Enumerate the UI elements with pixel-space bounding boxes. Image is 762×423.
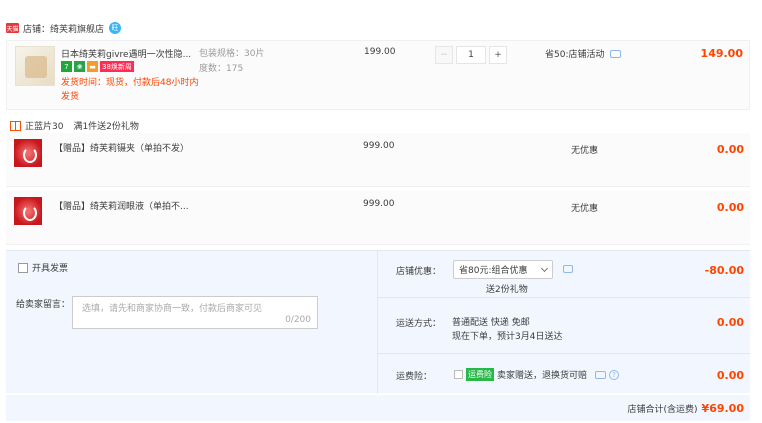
- gift-icon: [10, 120, 21, 131]
- coupon-value: 省80元:组合优惠: [459, 266, 528, 276]
- invoice-checkbox[interactable]: [18, 262, 28, 273]
- coupon-select[interactable]: 省80元:组合优惠: [453, 260, 553, 279]
- coupon-amount: -80.00: [704, 264, 744, 277]
- gift-item: 【赠品】绮芙莉镊夹（单拍不发） 999.00 无优惠 0.00: [6, 133, 750, 187]
- gift-title-link[interactable]: 【赠品】绮芙莉润眼液（单拍不...: [54, 199, 189, 212]
- promo-detail-icon[interactable]: [609, 49, 621, 58]
- shipping-eta: 现在下单，预计3月4日送达: [452, 332, 563, 342]
- tag-card-icon: ▬: [87, 61, 98, 72]
- tag-7day-icon: 7: [61, 61, 72, 72]
- gift-discount: 无优惠: [571, 146, 599, 156]
- shop-total-label: 店铺合计(含运费): [627, 404, 698, 415]
- insurance-text: 卖家赠送，退换货可赔: [497, 371, 588, 381]
- gift-header-promo: 满1件送2份礼物: [73, 122, 139, 132]
- coupon-info-icon[interactable]: [563, 265, 573, 273]
- product-tags: 7 ❀ ▬ 38焕新周: [61, 61, 134, 72]
- shipping-method: 普通配送 快递 免邮 现在下单，预计3月4日送达: [452, 316, 562, 344]
- shop-total-value: ¥69.00: [701, 401, 744, 415]
- gift-price: 999.00: [363, 141, 395, 151]
- chevron-down-icon: [540, 264, 549, 272]
- insurance-checkbox[interactable]: [454, 370, 463, 379]
- product-spec: 包装规格：30片 度数：175: [199, 47, 264, 77]
- panel-divider: [377, 251, 378, 394]
- unit-price: 199.00: [364, 47, 396, 57]
- quantity-stepper: − 1 +: [435, 46, 507, 64]
- tag-guarantee-icon: ❀: [74, 61, 85, 72]
- message-char-count: 0/200: [285, 315, 311, 325]
- coupon-gift-note: 送2份礼物: [486, 285, 528, 295]
- gift-item: 【赠品】绮芙莉润眼液（单拍不... 999.00 无优惠 0.00: [6, 191, 750, 245]
- gift-thumbnail[interactable]: [14, 197, 42, 225]
- panel-divider: [377, 297, 750, 298]
- gift-total: 0.00: [716, 201, 744, 214]
- gift-header: 正蓝片30 满1件送2份礼物: [10, 119, 139, 132]
- coupon-label: 店铺优惠：: [396, 267, 442, 277]
- invoice-label: 开具发票: [32, 264, 69, 274]
- help-icon[interactable]: ?: [609, 369, 620, 380]
- shop-name-link[interactable]: 店铺：绮芙莉旗舰店: [23, 22, 104, 35]
- gift-total: 0.00: [716, 143, 744, 156]
- gift-discount: 无优惠: [571, 204, 599, 214]
- seller-message-label: 给卖家留言：: [16, 300, 71, 310]
- wangwang-chat-icon[interactable]: 旺: [109, 22, 122, 34]
- insurance-label: 运费险：: [396, 372, 433, 382]
- quantity-input[interactable]: 1: [456, 46, 486, 64]
- order-item: 日本绮芙莉givre遇明一次性隐... 7 ❀ ▬ 38焕新周 发货时间：现货，…: [6, 40, 750, 110]
- gift-price: 999.00: [363, 199, 395, 209]
- increase-qty-button[interactable]: +: [489, 46, 507, 64]
- insurance-info-icon[interactable]: [595, 370, 607, 379]
- product-title-link[interactable]: 日本绮芙莉givre遇明一次性隐...: [61, 47, 196, 60]
- seller-message-placeholder: 选填，请先和商家协商一致，付款后商家可见: [82, 304, 263, 314]
- tag-38-festival: 38焕新周: [100, 61, 134, 72]
- order-page: 天猫 店铺：绮芙莉旗舰店 旺 日本绮芙莉givre遇明一次性隐... 7 ❀ ▬…: [0, 0, 762, 423]
- gift-thumbnail[interactable]: [14, 139, 42, 167]
- spec-package: 包装规格：30片: [199, 49, 265, 59]
- gift-title-link[interactable]: 【赠品】绮芙莉镊夹（单拍不发）: [54, 141, 189, 154]
- decrease-qty-button[interactable]: −: [435, 46, 453, 64]
- shop-header: 天猫 店铺：绮芙莉旗舰店 旺: [6, 20, 122, 36]
- item-total: 149.00: [700, 47, 743, 60]
- shop-total-row: 店铺合计(含运费) ¥69.00: [6, 395, 750, 421]
- ship-time-note: 发货时间：现货，付款后48小时内发货: [61, 78, 199, 102]
- insurance-amount: 0.00: [716, 369, 744, 382]
- shipping-amount: 0.00: [716, 316, 744, 329]
- shipping-method-line: 普通配送 快递 免邮: [452, 318, 530, 328]
- tmall-badge: 天猫: [6, 23, 19, 33]
- shipping-label: 运送方式：: [396, 319, 442, 329]
- return-insurance: 运费险 卖家赠送，退换货可赔 ?: [454, 368, 620, 381]
- spec-degree: 度数：175: [199, 64, 244, 74]
- promo-label: 省50:店铺活动: [545, 50, 605, 60]
- order-options-panel: 开具发票 给卖家留言： 选填，请先和商家协商一致，付款后商家可见 0/200 店…: [6, 250, 750, 394]
- invoice-option[interactable]: 开具发票: [18, 261, 68, 274]
- panel-divider: [377, 353, 750, 354]
- item-promo: 省50:店铺活动: [545, 47, 621, 60]
- gift-header-label: 正蓝片30: [25, 122, 64, 132]
- seller-message-input[interactable]: 选填，请先和商家协商一致，付款后商家可见 0/200: [72, 296, 318, 329]
- insurance-badge: 运费险: [466, 368, 494, 381]
- product-thumbnail[interactable]: [15, 46, 55, 86]
